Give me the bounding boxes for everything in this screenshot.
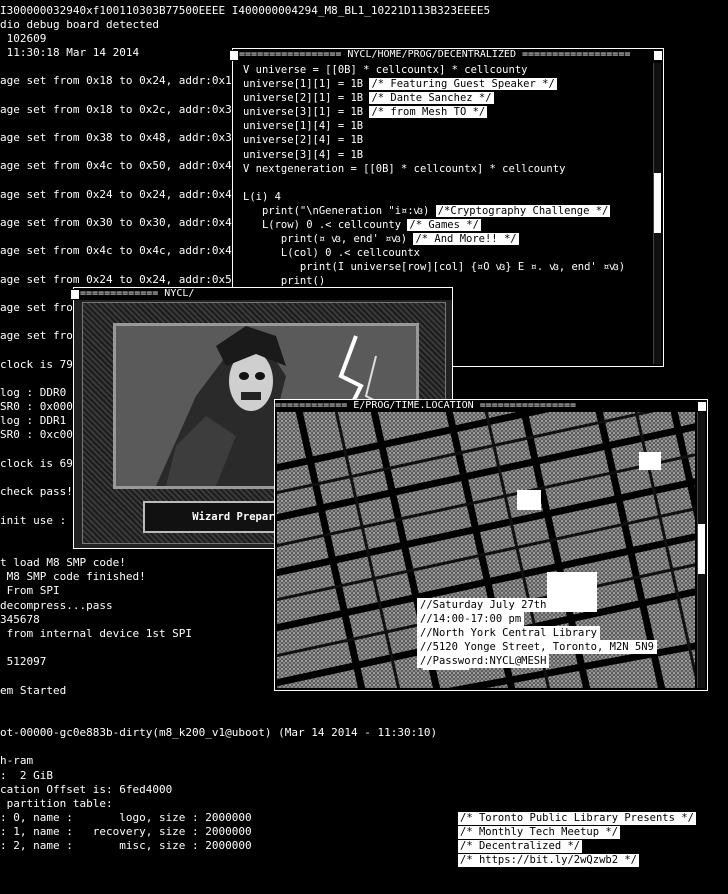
code-comment-highlight: /* Dante Sanchez */ <box>369 92 494 105</box>
boot-log-line: 512097 <box>0 655 47 668</box>
code-line: universe[3][4] = 1B <box>243 148 649 162</box>
boot-log-line: age set from 0x30 to 0x30, addr:0x4 <box>0 216 232 229</box>
boot-log-line: From SPI <box>0 584 60 597</box>
boot-log-line: age set from 0x24 to 0x24, addr:0x4 <box>0 188 232 201</box>
code-comment-highlight: /* And More!! */ <box>413 233 519 246</box>
boot-log-line: from internal device 1st SPI <box>0 627 193 640</box>
promo-line: /* Monthly Tech Meetup */ <box>458 826 621 839</box>
close-box-icon[interactable] <box>229 50 239 61</box>
game-window-title: ============== NYCL/ <box>74 288 452 300</box>
boot-log-line: partition table: <box>0 797 113 810</box>
boot-log-line: age set from 0x4c to 0x4c, addr:0x4 <box>0 244 232 257</box>
code-text: V universe = [[0B] * cellcountx] * cellc… <box>243 64 528 76</box>
code-text: universe[1][4] = 1B <box>243 120 364 133</box>
code-text: universe[3][4] = 1B <box>243 148 364 161</box>
code-line: universe[2][4] = 1B <box>243 133 649 147</box>
event-info: //Saturday July 27th//14:00-17:00 pm//No… <box>417 598 657 668</box>
code-text: print(¤ ꟃ, end' ¤ꟃ) <box>243 233 414 246</box>
boot-log-line: cation Offset is: 6fed4000 <box>0 783 173 796</box>
boot-log-line: init use : 1 <box>0 514 80 527</box>
event-info-line: //14:00-17:00 pm <box>417 612 525 626</box>
code-text: L(col) 0 .< cellcountx <box>243 247 421 260</box>
boot-log-line: decompress...pass <box>0 599 113 612</box>
map-scrollbar[interactable] <box>697 412 705 688</box>
code-line: V universe = [[0B] * cellcountx] * cellc… <box>243 63 649 77</box>
code-scroll-thumb[interactable] <box>654 173 661 233</box>
code-text: print(I universe[row][col] {¤O ꟃ} E ¤. ꟃ… <box>243 261 626 274</box>
boot-log-line: age set from 0x18 to 0x2c, addr:0x3 <box>0 103 232 116</box>
code-scrollbar[interactable] <box>653 63 661 364</box>
code-comment-highlight: /*Cryptography Challenge */ <box>435 204 611 217</box>
promo-line: /* Decentralized */ <box>458 840 583 853</box>
code-text: print("\nGeneration "i¤:ꟃ) <box>243 204 436 217</box>
boot-log-line: age set from 0x4c to 0x50, addr:0x4 <box>0 159 232 172</box>
boot-log-line: : 0, name : logo, size : 2000000 <box>0 811 252 824</box>
boot-log-line: : 2, name : misc, size : 2000000 <box>0 839 252 852</box>
boot-log-line: : 2 GiB <box>0 769 53 782</box>
code-text: universe[2][4] = 1B <box>243 134 364 147</box>
zoom-box-icon[interactable] <box>653 50 663 61</box>
code-comment-highlight: /* Games */ <box>407 219 481 232</box>
boot-log-line: clock is 792 <box>0 358 80 371</box>
code-comment-highlight: /* from Mesh TO */ <box>369 106 488 119</box>
map-window[interactable]: ============ E/PROG/TIME.LOCATION ======… <box>274 399 708 691</box>
boot-log-line: log : DDR1 - <box>0 414 80 427</box>
event-info-line: //Password:NYCL@MESH <box>417 654 550 668</box>
code-line: L(row) 0 .< cellcounty /* Games */ <box>243 218 649 232</box>
boot-log-line: I300000032940xf100110303B77500EEEE I4000… <box>0 4 491 17</box>
close-box-icon[interactable] <box>70 289 80 300</box>
event-info-line: //5120 Yonge Street, Toronto, M2N 5N9 <box>417 640 657 654</box>
code-text: print() <box>243 275 326 288</box>
boot-log-line: age set from 0x18 to 0x24, addr:0x1 <box>0 74 232 87</box>
boot-log-line: clock is 696 <box>0 457 80 470</box>
boot-log-line: log : DDR0 - <box>0 386 80 399</box>
boot-log-line: h-ram <box>0 754 34 767</box>
boot-log-line: age set from 0x38 to 0x48, addr:0x3 <box>0 131 232 144</box>
promo-block: /* Toronto Public Library Presents *//* … <box>458 812 696 868</box>
code-line: V nextgeneration = [[0B] * cellcountx] *… <box>243 162 649 176</box>
code-text: universe[3][1] = 1B <box>243 106 370 119</box>
code-comment-highlight: /* Featuring Guest Speaker */ <box>369 78 557 91</box>
boot-log-line: SR0 : 0x0000 <box>0 400 80 413</box>
code-text: universe[2][1] = 1B <box>243 92 370 105</box>
boot-log-line: 345678 <box>0 613 40 626</box>
code-line: universe[3][1] = 1B /* from Mesh TO */ <box>243 105 649 119</box>
code-text: L(i) 4 <box>243 190 281 203</box>
boot-log-line: em Started <box>0 684 67 697</box>
code-window-title: ================== NYCL/HOME/PROG/DECENT… <box>233 49 663 61</box>
boot-log-line: M8 SMP code finished! <box>0 570 146 583</box>
code-text: L(row) 0 .< cellcounty <box>243 219 408 232</box>
code-text: universe[1][1] = 1B <box>243 78 370 91</box>
boot-log-line: SR0 : 0xc000 <box>0 428 80 441</box>
promo-line: /* https://bit.ly/2wQzwb2 */ <box>458 854 640 867</box>
boot-log-line: 102609 <box>0 32 47 45</box>
code-line: L(col) 0 .< cellcountx <box>243 246 649 260</box>
code-line: print("\nGeneration "i¤:ꟃ) /*Cryptograph… <box>243 204 649 218</box>
boot-log-line: dio debug board detected <box>0 18 159 31</box>
code-line: print(¤ ꟃ, end' ¤ꟃ) /* And More!! */ <box>243 232 649 246</box>
boot-log-line: age set from 0x24 to 0x24, addr:0x5 <box>0 273 232 286</box>
promo-line: /* Toronto Public Library Presents */ <box>458 812 696 825</box>
code-line: universe[1][1] = 1B /* Featuring Guest S… <box>243 77 649 91</box>
boot-log-line: age set from <box>0 301 80 314</box>
code-line: L(i) 4 <box>243 190 649 204</box>
boot-log-line: age set from <box>0 329 80 342</box>
event-info-line: //North York Central Library <box>417 626 601 640</box>
boot-log-line: check pass! <box>0 485 73 498</box>
zoom-box-icon[interactable] <box>697 401 707 412</box>
code-line: universe[2][1] = 1B /* Dante Sanchez */ <box>243 91 649 105</box>
code-text: V nextgeneration = [[0B] * cellcountx] *… <box>243 162 566 175</box>
boot-log-line: 11:30:18 Mar 14 2014 <box>0 46 140 59</box>
city-map[interactable]: //Saturday July 27th//14:00-17:00 pm//No… <box>277 412 695 688</box>
event-info-line: //Saturday July 27th <box>417 598 550 612</box>
map-scroll-thumb[interactable] <box>698 524 705 574</box>
code-line: universe[1][4] = 1B <box>243 119 649 133</box>
boot-log-line: : 1, name : recovery, size : 2000000 <box>0 825 252 838</box>
boot-log-line: t load M8 SMP code! <box>0 556 126 569</box>
code-line: print(I universe[row][col] {¤O ꟃ} E ¤. ꟃ… <box>243 260 649 274</box>
map-window-title: ============ E/PROG/TIME.LOCATION ======… <box>275 400 707 412</box>
boot-log-line: ot-00000-gc0e883b-dirty(m8_k200_v1@uboot… <box>0 726 438 739</box>
